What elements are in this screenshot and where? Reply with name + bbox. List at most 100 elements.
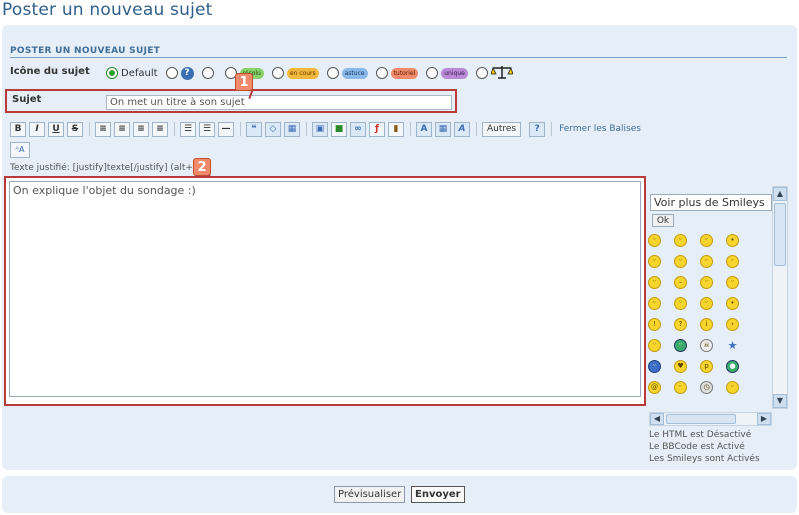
radio-astuce[interactable]: [326, 67, 339, 79]
radio-blank[interactable]: [201, 67, 214, 79]
smiley-neutral-icon[interactable]: •: [726, 234, 739, 247]
smiley-star-icon[interactable]: ★: [726, 339, 739, 352]
text-style-icon[interactable]: ᴬA: [10, 142, 30, 158]
link-icon[interactable]: ∞: [350, 121, 366, 137]
icon-option-unique[interactable]: unique: [426, 67, 468, 79]
smiley-sleepy-icon[interactable]: ᵕ: [700, 297, 713, 310]
bold-button[interactable]: B: [10, 121, 26, 137]
numbered-list-icon[interactable]: ☰: [199, 121, 215, 137]
close-tags-link[interactable]: Fermer les Balises: [559, 124, 641, 134]
smiley-sad-icon[interactable]: ᵕ: [726, 276, 739, 289]
radio-unique[interactable]: [426, 67, 439, 79]
table-icon[interactable]: ▦: [284, 121, 300, 137]
icon-option-default[interactable]: Default: [106, 67, 158, 79]
scroll-left-icon[interactable]: ◀: [650, 413, 664, 425]
horizontal-rule-icon[interactable]: —: [218, 121, 234, 137]
icon-option-scales[interactable]: [475, 65, 514, 82]
smiley-wink-icon[interactable]: ᵕ: [674, 255, 687, 268]
smiley-question-icon[interactable]: ?: [674, 318, 687, 331]
flash-icon[interactable]: ƒ: [369, 121, 385, 137]
picture-icon[interactable]: ■: [331, 121, 347, 137]
smiley-grin-icon[interactable]: ᵕ: [648, 234, 661, 247]
topic-icon-selector: Default ? résolu en cours astuce tutorie…: [106, 64, 521, 82]
smiley-skull-icon[interactable]: ☠: [700, 339, 713, 352]
icon-option-blank[interactable]: [201, 67, 217, 79]
font-size-icon[interactable]: A: [416, 121, 432, 137]
icon-option-question[interactable]: ?: [165, 66, 194, 80]
radio-question[interactable]: [165, 67, 178, 79]
smiley-at-icon[interactable]: @: [648, 381, 661, 394]
smiley-meh-icon[interactable]: –: [674, 276, 687, 289]
smiley-eyes-icon[interactable]: ᵕ: [648, 255, 661, 268]
toolbar-hint: Texte justifié: [justify]texte[/justify]…: [10, 163, 197, 173]
code-icon[interactable]: ◇: [265, 121, 281, 137]
scroll-thumb[interactable]: [774, 203, 786, 266]
align-justify-icon[interactable]: ≡: [152, 121, 168, 137]
radio-en-cours[interactable]: [271, 67, 284, 79]
smiley-confused-icon[interactable]: ᵕ: [648, 339, 661, 352]
strike-button[interactable]: S: [67, 121, 83, 137]
smiley-plain-icon[interactable]: •: [726, 297, 739, 310]
video-icon[interactable]: ▮: [388, 121, 404, 137]
smiley-clock-icon[interactable]: ◷: [700, 381, 713, 394]
image-icon[interactable]: ▣: [312, 121, 328, 137]
align-right-icon[interactable]: ≡: [133, 121, 149, 137]
more-smileys-select[interactable]: Voir plus de Smileys: [650, 194, 772, 211]
smiley-arrow-icon[interactable]: ›: [726, 318, 739, 331]
icon-option-en-cours[interactable]: en cours: [271, 67, 319, 79]
smiley-exclaim-icon[interactable]: !: [648, 318, 661, 331]
smiley-vertical-scrollbar[interactable]: ▲ ▼: [772, 186, 788, 409]
smiley-smile-icon[interactable]: ᵕ: [674, 234, 687, 247]
toolbar-separator: [89, 122, 90, 136]
italic-button[interactable]: I: [29, 121, 45, 137]
smiley-heart-icon[interactable]: ♥: [674, 360, 687, 373]
radio-tutoriel[interactable]: [375, 67, 388, 79]
radio-default[interactable]: [106, 67, 118, 79]
smiley-laugh-icon[interactable]: ᵕ: [726, 255, 739, 268]
smiley-bulb-icon[interactable]: i: [700, 318, 713, 331]
unique-icon: unique: [441, 67, 468, 79]
font-family-icon[interactable]: A: [454, 121, 470, 137]
en-cours-icon: en cours: [286, 67, 319, 79]
scroll-down-icon[interactable]: ▼: [773, 394, 787, 408]
autres-button[interactable]: Autres: [482, 121, 522, 137]
radio-scales[interactable]: [475, 67, 488, 79]
smiley-cat-icon[interactable]: ᵕ: [674, 297, 687, 310]
align-left-icon[interactable]: ≡: [95, 121, 111, 137]
smiley-tongue-icon[interactable]: ᵕ: [648, 276, 661, 289]
smiley-cool-icon[interactable]: ᵕ: [700, 255, 713, 268]
smileys-ok-button[interactable]: Ok: [652, 214, 674, 227]
icon-option-tutoriel[interactable]: tutoriel: [375, 67, 419, 79]
preview-button[interactable]: Prévisualiser: [334, 486, 406, 503]
icon-option-astuce[interactable]: astuce: [326, 67, 368, 79]
divider: [10, 57, 787, 58]
hscroll-thumb[interactable]: [666, 414, 736, 424]
smiley-rolling-icon[interactable]: ᵕ: [700, 276, 713, 289]
icon-label: Icône du sujet: [10, 66, 90, 77]
align-center-icon[interactable]: ≡: [114, 121, 130, 137]
bullet-list-icon[interactable]: ☰: [180, 121, 196, 137]
scroll-right-icon[interactable]: ▶: [757, 413, 771, 425]
scroll-up-icon[interactable]: ▲: [773, 187, 787, 201]
annotation-badge-1: 1: [235, 73, 253, 91]
underline-button[interactable]: U: [48, 121, 64, 137]
smiley-php-icon[interactable]: p: [700, 360, 713, 373]
smiley-happy-icon[interactable]: ᵕ: [700, 234, 713, 247]
page-title: Poster un nouveau sujet: [2, 0, 213, 20]
scales-icon: [490, 65, 514, 82]
smiley-devil-icon[interactable]: ᵕ: [648, 297, 661, 310]
subject-input[interactable]: On met un titre à son sujet: [106, 95, 452, 110]
smiley-blush-icon[interactable]: ᵕ: [674, 381, 687, 394]
smiley-wink2-icon[interactable]: ᵕ: [726, 381, 739, 394]
message-textarea[interactable]: On explique l'objet du sondage :): [9, 181, 641, 397]
help-icon[interactable]: ?: [529, 121, 546, 137]
smiley-green-icon[interactable]: ᵕ: [674, 339, 687, 352]
toolbar-separator: [551, 122, 553, 136]
smiley-earth-icon[interactable]: ●: [726, 360, 739, 373]
icon-option-label: Default: [121, 67, 158, 79]
smiley-blue-icon[interactable]: ᵕ: [648, 360, 661, 373]
quote-icon[interactable]: ❝: [246, 121, 262, 137]
smiley-horizontal-scrollbar[interactable]: ◀ ▶: [649, 412, 772, 426]
send-button[interactable]: Envoyer: [411, 486, 465, 503]
font-color-icon[interactable]: ▦: [435, 121, 451, 137]
